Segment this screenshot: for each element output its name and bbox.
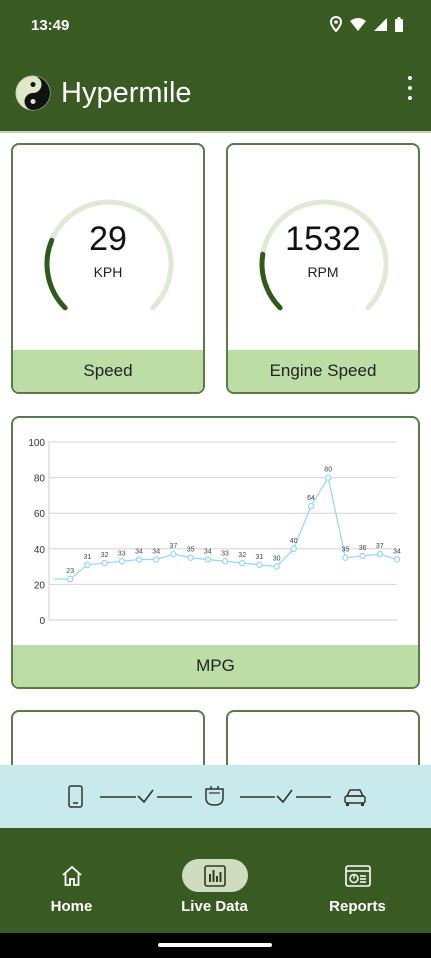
engine-speed-card[interactable]: 1532 RPM Engine Speed [226, 143, 420, 394]
bottom-navigation: Home Live Data Reports [0, 828, 431, 933]
nav-home-label: Home [50, 898, 93, 915]
home-icon [62, 865, 82, 886]
data-point [84, 561, 91, 569]
data-point [67, 575, 74, 583]
chart-icon [204, 865, 226, 887]
data-label: 33 [221, 550, 229, 557]
data-point [290, 545, 297, 552]
y-tick-label: 40 [34, 545, 46, 556]
data-label: 32 [238, 552, 246, 559]
check-icon [276, 789, 293, 804]
y-tick-label: 100 [28, 438, 45, 449]
data-point [307, 502, 315, 510]
data-label: 23 [66, 568, 74, 575]
home-gesture-handle[interactable] [158, 943, 272, 947]
data-label: 37 [170, 543, 178, 550]
data-label: 35 [342, 547, 350, 554]
data-label: 32 [101, 552, 109, 559]
data-point [135, 556, 143, 563]
check-icon [137, 789, 154, 804]
y-tick-label: 80 [34, 474, 46, 485]
overflow-dot [408, 86, 412, 90]
data-point [376, 550, 383, 558]
overflow-dot [408, 96, 412, 100]
gauge-fill [259, 251, 283, 311]
nav-live-data[interactable]: Live Data [143, 828, 286, 933]
overflow-dot [408, 76, 412, 80]
speed-value: 29 [89, 220, 127, 258]
data-label: 34 [204, 548, 212, 555]
data-label: 37 [376, 543, 384, 550]
data-point [170, 550, 177, 558]
y-tick-label: 20 [34, 580, 46, 591]
engine-speed-unit: RPM [307, 264, 339, 280]
app-logo-icon [15, 75, 51, 111]
data-point [101, 559, 108, 567]
data-label: 30 [273, 556, 281, 563]
app-title: Hypermile [61, 77, 192, 109]
app-bar: Hypermile [0, 52, 431, 132]
data-point [187, 554, 194, 561]
nav-reports-label: Reports [329, 898, 386, 915]
app-bar-divider [0, 131, 431, 133]
car-icon [344, 789, 366, 806]
speed-card[interactable]: 29 KPH Speed [11, 143, 205, 394]
cell-signal-icon [374, 17, 387, 31]
status-icons [330, 16, 403, 32]
obd-adapter-icon [205, 786, 224, 806]
data-point [273, 563, 280, 570]
data-point [393, 556, 401, 563]
reports-icon [345, 865, 371, 887]
overflow-menu-button[interactable] [403, 76, 417, 100]
mpg-chart: 0 20 40 60 80 100 23 31 32 33 34 34 37 35 34 33 32 31 30 40… [28, 438, 401, 627]
location-icon [330, 16, 342, 32]
phone-icon [68, 785, 83, 808]
nav-reports[interactable]: Reports [286, 828, 429, 933]
system-navigation-bar [0, 933, 431, 958]
connection-diagram [68, 785, 366, 808]
wifi-icon [350, 18, 366, 31]
data-label: 80 [324, 467, 332, 474]
speed-unit: KPH [93, 264, 123, 280]
data-point [204, 556, 211, 563]
data-label: 40 [290, 538, 298, 545]
data-point [325, 474, 332, 481]
y-tick-label: 60 [34, 509, 46, 520]
data-point [152, 556, 160, 563]
connection-status-bar [0, 765, 431, 828]
data-point [342, 554, 349, 561]
battery-icon [395, 16, 403, 32]
mpg-label: MPG [13, 645, 418, 687]
engine-speed-value: 1532 [285, 220, 361, 258]
data-label: 33 [118, 550, 126, 557]
data-label: 36 [359, 545, 367, 552]
data-point [238, 559, 246, 567]
y-tick-label: 0 [39, 616, 45, 627]
status-bar: 13:49 [0, 0, 431, 52]
nav-live-data-label: Live Data [181, 898, 248, 915]
data-point [221, 558, 229, 565]
data-point [256, 561, 263, 569]
data-label: 31 [256, 554, 264, 561]
data-point [118, 558, 126, 565]
speed-label: Speed [13, 350, 203, 392]
data-label: 35 [187, 547, 195, 554]
nav-home[interactable]: Home [0, 828, 143, 933]
data-label: 31 [84, 554, 92, 561]
data-label: 34 [393, 548, 401, 555]
mpg-card[interactable]: 0 20 40 60 80 100 23 31 32 33 34 34 37 35 34 33 32 31 30 40… [11, 416, 420, 689]
data-label: 34 [135, 548, 143, 555]
data-point [359, 552, 366, 560]
data-label: 64 [307, 495, 315, 502]
status-time: 13:49 [31, 17, 70, 34]
data-label: 34 [152, 548, 160, 555]
engine-speed-label: Engine Speed [228, 350, 418, 392]
